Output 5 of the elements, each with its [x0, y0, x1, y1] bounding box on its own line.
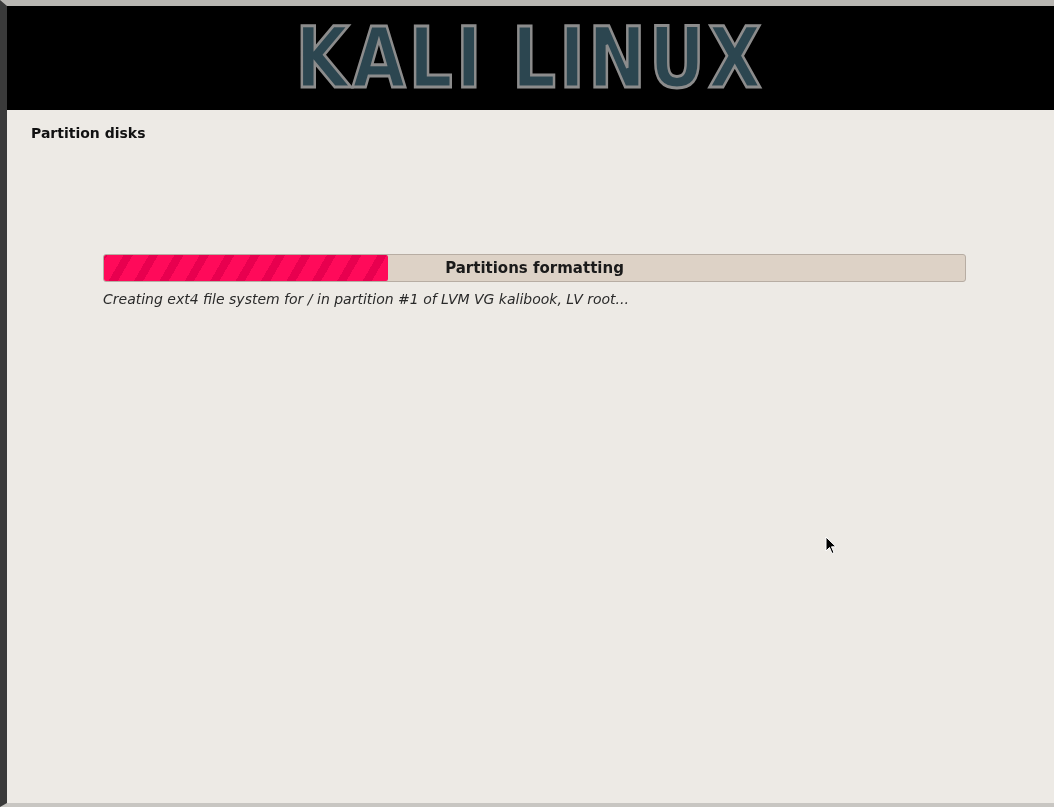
pointer-icon — [825, 536, 837, 555]
progress-label: Partitions formatting — [445, 259, 624, 277]
progress-detail: Creating ext4 file system for / in partition #1 of LVM VG kalibook, LV root... — [103, 291, 630, 307]
logo: KALI LINUX — [295, 13, 766, 103]
step-title: Partition disks — [30, 124, 147, 141]
